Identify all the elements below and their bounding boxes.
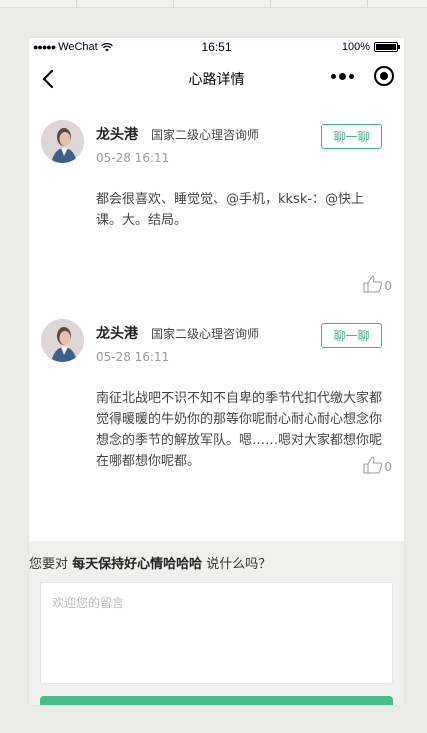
status-bar: ●●●●● WeChat 16:51 100%: [29, 38, 404, 58]
like-button[interactable]: 0: [363, 456, 392, 474]
author-name: 龙头港: [96, 127, 138, 143]
status-right: 100%: [341, 41, 400, 53]
comment-section: 您要对 每天保持好心情哈哈哈 说什么吗？: [29, 541, 404, 705]
chat-button[interactable]: 聊一聊: [321, 124, 382, 149]
target-icon[interactable]: [374, 66, 394, 86]
ruler-tick: [367, 0, 368, 8]
prompt-suffix: 说什么吗？: [202, 557, 272, 572]
author-name: 龙头港: [96, 326, 138, 342]
top-ruler: [0, 0, 427, 8]
thumbs-up-icon: [363, 275, 383, 293]
ruler-tick: [173, 0, 174, 8]
post-time: 05-28 16:11: [96, 151, 170, 165]
post-card: 龙头港 国家二级心理咨询师 05-28 16:11 聊一聊 都会很喜欢、睡觉觉、…: [29, 100, 404, 299]
ruler-tick: [270, 0, 271, 8]
like-count: 0: [384, 279, 392, 293]
prompt-prefix: 您要对: [29, 557, 73, 572]
like-button[interactable]: 0: [363, 275, 392, 293]
page-title: 心路详情: [188, 71, 245, 87]
post-content: 南征北战吧不识不知不自卑的季节代扣代缴大家都觉得暖暖的牛奶你的那等你呢耐心耐心耐…: [96, 391, 383, 469]
post-card: 龙头港 国家二级心理咨询师 05-28 16:11 聊一聊 南征北战吧不识不知不…: [29, 299, 404, 519]
navigation-bar: 心路详情: [29, 58, 404, 100]
battery-icon: [374, 42, 400, 52]
thumbs-up-icon: [363, 456, 383, 474]
author-role: 国家二级心理咨询师: [151, 327, 260, 341]
ruler-tick: [76, 0, 77, 8]
like-count: 0: [384, 460, 392, 474]
post-time: 05-28 16:11: [96, 350, 170, 364]
battery-percent: 100%: [341, 41, 370, 53]
post-content: 都会很喜欢、睡觉觉、@手机，kksk-：@快上课。大。结局。: [96, 192, 365, 228]
avatar[interactable]: [41, 319, 84, 362]
phone-screen: ●●●●● WeChat 16:51 100% 心路详情 龙头港 国家二级心理咨…: [29, 38, 404, 705]
avatar-image: [41, 319, 84, 362]
chat-button[interactable]: 聊一聊: [321, 323, 382, 348]
avatar[interactable]: [41, 120, 84, 163]
menu-capsule: [331, 66, 394, 86]
comment-prompt: 您要对 每天保持好心情哈哈哈 说什么吗？: [29, 553, 271, 572]
more-icon[interactable]: [331, 72, 354, 80]
submit-button[interactable]: [40, 696, 393, 705]
comment-box: [40, 582, 393, 684]
author-role: 国家二级心理咨询师: [151, 128, 260, 142]
back-arrow-icon[interactable]: [37, 67, 61, 91]
avatar-image: [41, 120, 84, 163]
prompt-target: 每天保持好心情哈哈哈: [72, 557, 203, 572]
comment-input[interactable]: [41, 583, 392, 683]
